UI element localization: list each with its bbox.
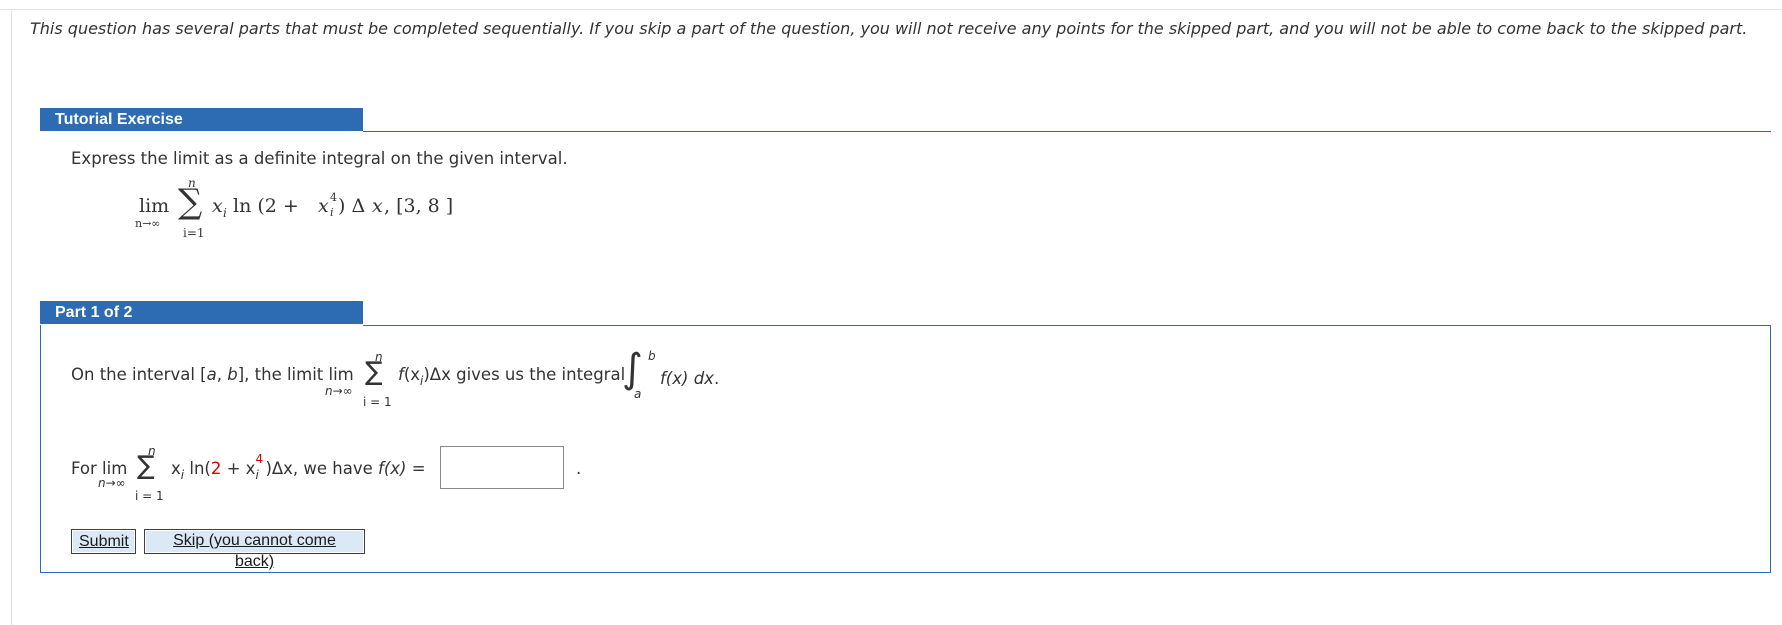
- line2-x-sub: i: [255, 468, 259, 482]
- line1-lim: lim: [328, 365, 354, 384]
- left-divider: [11, 9, 12, 625]
- line1-gives: gives us the integral: [450, 365, 626, 384]
- formula-sigma: ∑: [178, 182, 203, 222]
- top-divider: [0, 9, 1782, 10]
- line2-fx: f(x): [378, 459, 407, 478]
- formula-dx-var: x: [372, 195, 383, 217]
- line1-sum-lower: i = 1: [363, 395, 392, 409]
- integral-upper: b: [648, 349, 656, 363]
- formula-lim-sub: n→∞: [135, 217, 161, 230]
- formula-xi: x: [212, 195, 223, 217]
- line2-ln: ln(: [184, 459, 211, 478]
- tutorial-header-rule: [363, 131, 1771, 132]
- line2-xi: x: [171, 459, 181, 478]
- part-header: Part 1 of 2: [40, 301, 363, 324]
- line1-comma: ,: [216, 365, 228, 384]
- line1-lim-sub: n→∞: [325, 384, 353, 398]
- integral-dot: .: [714, 369, 720, 388]
- intro-instructions: This question has several parts that mus…: [30, 19, 1748, 38]
- formula-xi-sub: i: [223, 206, 227, 220]
- integral-lower: a: [634, 387, 642, 401]
- tutorial-header: Tutorial Exercise: [40, 108, 363, 131]
- integral-integrand: f(x) dx: [660, 369, 714, 388]
- line1-fx-close: )Δx: [423, 365, 451, 384]
- formula-ln: ln (2 +: [233, 195, 299, 217]
- skip-button[interactable]: Skip (you cannot come back): [144, 529, 365, 570]
- line1-b: b: [227, 365, 238, 384]
- line1-sigma: ∑: [365, 357, 383, 387]
- formula-x4-sub: i: [330, 206, 334, 219]
- line2-lim-sub: n→∞: [98, 476, 126, 490]
- line2-two: 2: [210, 459, 222, 478]
- line2-close: )Δx, we have: [265, 459, 379, 478]
- answer-period: .: [576, 459, 582, 478]
- line2-sum-lower: i = 1: [135, 489, 164, 503]
- formula-interval: , [3, 8 ]: [384, 195, 454, 217]
- line2-sigma: ∑: [137, 451, 155, 481]
- formula-tail: ) Δ: [338, 195, 366, 217]
- line2-eq: =: [406, 459, 426, 478]
- submit-button[interactable]: Submit: [71, 529, 136, 554]
- tutorial-prompt: Express the limit as a definite integral…: [71, 149, 568, 168]
- line1-pre: On the interval [: [71, 365, 207, 384]
- line1-post: ], the limit: [237, 365, 329, 384]
- line1-a: a: [206, 365, 217, 384]
- formula-x4-sup: 4: [330, 191, 337, 204]
- answer-input[interactable]: [440, 446, 564, 489]
- line2-plus: + x: [221, 459, 256, 478]
- line2-x-sup: 4: [255, 452, 264, 466]
- formula-x4: x: [318, 195, 329, 217]
- formula-lim: lim: [139, 195, 170, 217]
- line1-fx-open: (x: [403, 365, 421, 384]
- formula-sum-lower: i=1: [183, 226, 205, 240]
